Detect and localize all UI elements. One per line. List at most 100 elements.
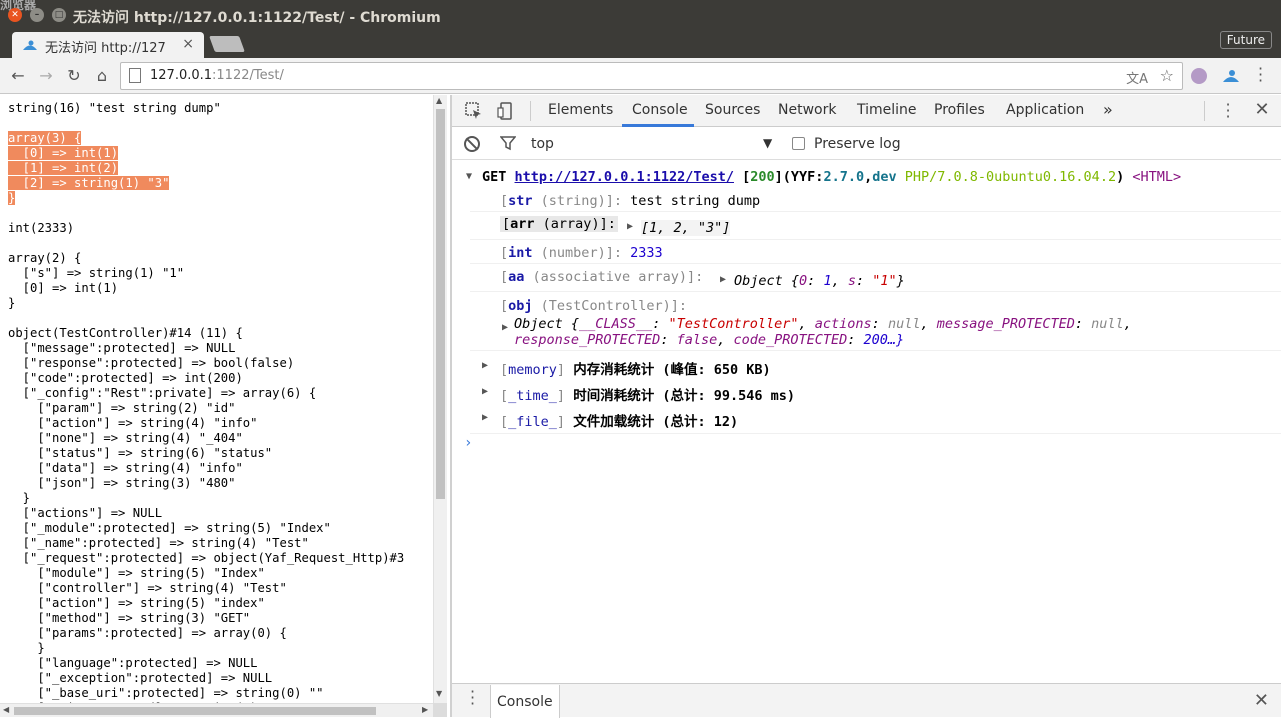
devtools-menu-icon[interactable]: · · ·: [1218, 97, 1238, 125]
extension-circle-icon[interactable]: [1191, 68, 1207, 84]
horizontal-scroll-thumb[interactable]: [14, 707, 376, 715]
page-vertical-scrollbar[interactable]: ▲ ▼: [433, 95, 447, 703]
vertical-scroll-thumb[interactable]: [436, 109, 445, 499]
scroll-left-arrow-icon[interactable]: ◀: [3, 705, 9, 714]
profile-button[interactable]: Future: [1219, 31, 1272, 49]
yyf-close: ): [1116, 169, 1125, 185]
bracket-open: [: [500, 414, 509, 430]
context-selector[interactable]: top: [531, 136, 554, 152]
tab-close-icon[interactable]: ×: [182, 36, 194, 52]
time-text: 时间消耗统计 (总计: 99.546 ms): [573, 388, 795, 404]
back-arrow-icon[interactable]: ←: [8, 66, 28, 85]
page-horizontal-scrollbar[interactable]: ◀ ▶: [0, 703, 433, 717]
memory-text: 内存消耗统计 (峰值: 650 KB): [573, 362, 771, 378]
chrome-menu-icon[interactable]: · · ·: [1258, 61, 1263, 89]
tab-profiles[interactable]: Profiles: [934, 102, 985, 118]
new-tab-button[interactable]: [209, 36, 245, 52]
device-toolbar-icon[interactable]: [496, 101, 516, 121]
active-tab-indicator: [622, 124, 694, 127]
bracket-close: ]:: [605, 245, 622, 261]
forward-arrow-icon[interactable]: →: [36, 66, 56, 85]
home-icon[interactable]: ⌂: [92, 66, 112, 85]
collapsed-triangle-icon[interactable]: ▶: [720, 274, 726, 285]
str-type: (string): [540, 193, 606, 209]
filter-funnel-icon[interactable]: [500, 135, 516, 151]
arr-value[interactable]: [1, 2, "3"]: [641, 220, 731, 236]
yyf-extension-icon[interactable]: [1222, 68, 1240, 84]
inspect-element-icon[interactable]: [464, 101, 484, 121]
bracket-close: ]: [556, 414, 566, 430]
file-key: _file_: [508, 414, 557, 430]
preserve-log-checkbox[interactable]: [792, 137, 805, 150]
window-minimize-button[interactable]: –: [30, 8, 44, 22]
scroll-right-arrow-icon[interactable]: ▶: [422, 705, 428, 714]
dump-selected-text: array(3) { [0] => int(1) [1] => int(2) […: [8, 131, 170, 205]
bracket-open: [: [500, 245, 509, 261]
row-separator: [470, 239, 1281, 240]
tab-sources[interactable]: Sources: [705, 102, 760, 118]
request-url[interactable]: http://127.0.0.1:1122/Test/: [515, 169, 734, 185]
bracket-open: [: [500, 193, 509, 209]
console-drawer: · · · Console ✕: [452, 683, 1281, 718]
yyf-favicon-icon: [23, 40, 37, 50]
obj-v5: 200…}: [863, 332, 905, 348]
aa-k1: s: [847, 273, 856, 289]
php-version: PHP/7.0.8-0ubuntu0.16.04.2: [904, 169, 1117, 185]
scrollbar-corner: [433, 703, 447, 717]
obj-object-line2[interactable]: response_PROTECTED: false, code_PROTECTE…: [514, 332, 904, 348]
tab-application[interactable]: Application: [1006, 102, 1084, 118]
collapsed-triangle-icon[interactable]: ▶: [482, 360, 488, 371]
html-tag: <HTML>: [1132, 169, 1182, 185]
aa-object[interactable]: Object {0: 1, s: "1"}: [734, 273, 905, 289]
more-tabs-icon[interactable]: »: [1103, 100, 1113, 119]
drawer-tab-console[interactable]: Console: [490, 685, 560, 718]
collapsed-triangle-icon[interactable]: ▶: [502, 322, 508, 333]
obj-v2: null: [887, 316, 921, 332]
toolbar-separator: [530, 101, 531, 121]
tab-network[interactable]: Network: [778, 102, 836, 118]
drawer-menu-icon[interactable]: · · ·: [470, 684, 475, 712]
expanded-triangle-icon[interactable]: ▼: [466, 171, 472, 182]
window-close-button[interactable]: ✕: [8, 8, 22, 22]
dump-text-after: int(2333) array(2) { ["s"] => string(1) …: [8, 221, 405, 703]
row-separator: [470, 291, 1281, 292]
scroll-down-arrow-icon[interactable]: ▼: [436, 689, 442, 698]
obj-object-line1[interactable]: Object {__CLASS__: "TestController", act…: [514, 316, 1132, 332]
aa-v0: 1: [823, 273, 832, 289]
reload-icon[interactable]: ↻: [64, 66, 84, 85]
collapsed-triangle-icon[interactable]: ▶: [482, 386, 488, 397]
bracket-open: [: [500, 298, 509, 314]
bracket-close: ]: [556, 362, 566, 378]
context-dropdown-icon[interactable]: ▼: [763, 136, 772, 150]
bracket-open: [: [502, 216, 511, 232]
devtools-close-icon[interactable]: ✕: [1252, 99, 1272, 120]
translate-icon[interactable]: 文A: [1126, 68, 1148, 87]
tab-timeline[interactable]: Timeline: [857, 102, 917, 118]
clear-console-icon[interactable]: [464, 136, 480, 152]
bracket-open: [: [500, 269, 509, 285]
page-icon: [129, 68, 141, 83]
tab-console[interactable]: Console: [632, 102, 688, 118]
obj-key: obj: [508, 298, 533, 314]
int-value: 2333: [630, 245, 663, 261]
address-url[interactable]: 127.0.0.1:1122/Test/: [150, 68, 284, 83]
scroll-up-arrow-icon[interactable]: ▲: [436, 96, 442, 105]
preserve-log-label: Preserve log: [814, 136, 901, 152]
window-maximize-button[interactable]: □: [52, 8, 66, 22]
row-separator: [470, 350, 1281, 351]
window-titlebar: 浏览器 ✕ – □ 无法访问 http://127.0.0.1:1122/Tes…: [0, 0, 1281, 30]
memory-key: memory: [508, 362, 557, 378]
bracket-close: ]:: [599, 216, 616, 232]
bookmark-star-icon[interactable]: ☆: [1160, 66, 1174, 85]
bracket-close: ]:: [605, 193, 622, 209]
tab-elements[interactable]: Elements: [548, 102, 613, 118]
row-separator: [470, 263, 1281, 264]
collapsed-triangle-icon[interactable]: ▶: [482, 412, 488, 423]
address-bar[interactable]: 127.0.0.1:1122/Test/ 文A ☆: [120, 62, 1183, 90]
console-prompt-icon[interactable]: ›: [464, 435, 472, 451]
drawer-close-icon[interactable]: ✕: [1254, 690, 1269, 711]
collapsed-triangle-icon[interactable]: ▶: [627, 221, 633, 232]
browser-tab[interactable]: 无法访问 http://127 ×: [12, 32, 204, 58]
console-filter-bar: top ▼ Preserve log: [452, 128, 1281, 160]
obj-type: (TestController): [540, 298, 671, 314]
